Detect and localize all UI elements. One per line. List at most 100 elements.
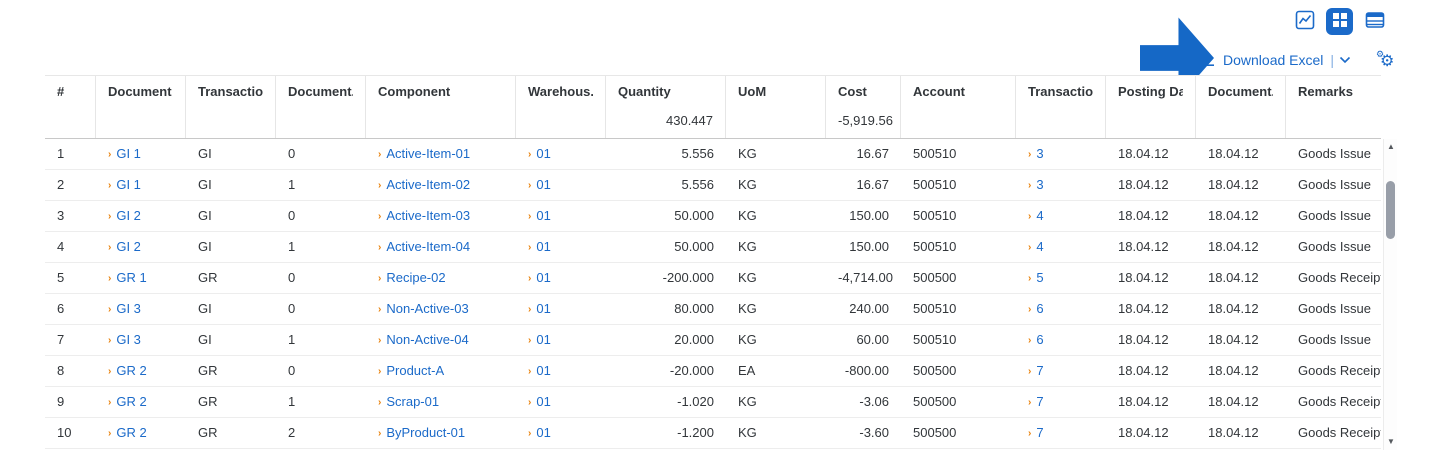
cell-cost: -3.06	[826, 387, 901, 418]
cell-component: ›ByProduct-01	[366, 418, 516, 449]
transaction-link[interactable]: 7	[1036, 394, 1043, 409]
warehouse-link[interactable]: 01	[536, 146, 550, 161]
cell-component: ›Non-Active-04	[366, 325, 516, 356]
cell-account: 500500	[901, 387, 1016, 418]
transaction-link[interactable]: 7	[1036, 363, 1043, 378]
cell-warehouse: ›01	[516, 356, 606, 387]
cell-transaction_type: GR	[186, 387, 276, 418]
component-link[interactable]: ByProduct-01	[386, 425, 465, 440]
component-link[interactable]: Non-Active-03	[386, 301, 468, 316]
link-chevron-icon: ›	[1028, 397, 1031, 408]
column-header-warehouse[interactable]: Warehous...	[516, 76, 606, 138]
column-header-account[interactable]: Account	[901, 76, 1016, 138]
list-view-button[interactable]	[1361, 8, 1388, 35]
vertical-scrollbar[interactable]: ▲ ▼	[1383, 139, 1397, 450]
column-header-uom[interactable]: UoM	[726, 76, 826, 138]
column-header-document-date[interactable]: Document...	[1196, 76, 1286, 138]
column-header-cost[interactable]: Cost-5,919.56	[826, 76, 901, 138]
warehouse-link[interactable]: 01	[536, 425, 550, 440]
component-link[interactable]: Active-Item-01	[386, 146, 470, 161]
document-link[interactable]: GI 2	[116, 208, 141, 223]
document-link[interactable]: GR 1	[116, 270, 146, 285]
transaction-link[interactable]: 4	[1036, 239, 1043, 254]
transaction-link[interactable]: 7	[1036, 425, 1043, 440]
chart-view-button[interactable]	[1291, 8, 1318, 35]
cell-uom: KG	[726, 387, 826, 418]
cell-document: ›GI 1	[96, 139, 186, 170]
cell-warehouse: ›01	[516, 387, 606, 418]
scroll-up-icon[interactable]: ▲	[1384, 141, 1398, 153]
document-link[interactable]: GR 2	[116, 394, 146, 409]
link-chevron-icon: ›	[378, 211, 381, 222]
document-link[interactable]: GR 2	[116, 363, 146, 378]
cell-warehouse: ›01	[516, 263, 606, 294]
warehouse-link[interactable]: 01	[536, 270, 550, 285]
download-excel-link[interactable]: Download Excel	[1223, 52, 1323, 68]
table-row: 8›GR 2GR0›Product-A›01-20.000EA-800.0050…	[45, 356, 1381, 387]
document-link[interactable]: GI 1	[116, 146, 141, 161]
transaction-link[interactable]: 3	[1036, 177, 1043, 192]
table-row: 6›GI 3GI0›Non-Active-03›0180.000KG240.00…	[45, 294, 1381, 325]
link-chevron-icon: ›	[378, 304, 381, 315]
svg-text:⚙: ⚙	[1376, 49, 1384, 59]
cell-transaction: ›7	[1016, 418, 1106, 449]
column-header-document[interactable]: Document	[96, 76, 186, 138]
scroll-down-icon[interactable]: ▼	[1384, 436, 1398, 448]
component-link[interactable]: Active-Item-03	[386, 208, 470, 223]
column-header-posting-date[interactable]: Posting Date	[1106, 76, 1196, 138]
cell-component: ›Scrap-01	[366, 387, 516, 418]
transaction-link[interactable]: 3	[1036, 146, 1043, 161]
link-chevron-icon: ›	[108, 242, 111, 253]
component-link[interactable]: Product-A	[386, 363, 444, 378]
document-link[interactable]: GI 3	[116, 332, 141, 347]
component-link[interactable]: Active-Item-04	[386, 239, 470, 254]
column-header-quantity[interactable]: Quantity430.447	[606, 76, 726, 138]
table-view-button[interactable]	[1326, 8, 1353, 35]
warehouse-link[interactable]: 01	[536, 332, 550, 347]
warehouse-link[interactable]: 01	[536, 301, 550, 316]
link-chevron-icon: ›	[528, 304, 531, 315]
cell-uom: KG	[726, 232, 826, 263]
component-link[interactable]: Active-Item-02	[386, 177, 470, 192]
cell-document: ›GI 1	[96, 170, 186, 201]
cell-cost: -3.60	[826, 418, 901, 449]
column-header-transaction[interactable]: Transactio...	[1016, 76, 1106, 138]
document-link[interactable]: GI 3	[116, 301, 141, 316]
warehouse-link[interactable]: 01	[536, 394, 550, 409]
transaction-link[interactable]: 5	[1036, 270, 1043, 285]
cell-cost: 16.67	[826, 139, 901, 170]
document-link[interactable]: GI 2	[116, 239, 141, 254]
settings-button[interactable]: ⚙ ⚙	[1373, 46, 1401, 74]
column-header-idx[interactable]: #	[45, 76, 96, 138]
transaction-link[interactable]: 4	[1036, 208, 1043, 223]
column-header-component[interactable]: Component	[366, 76, 516, 138]
column-header-remarks[interactable]: Remarks	[1286, 76, 1381, 138]
warehouse-link[interactable]: 01	[536, 177, 550, 192]
column-header-transaction-type[interactable]: Transactio...	[186, 76, 276, 138]
link-chevron-icon: ›	[108, 304, 111, 315]
document-link[interactable]: GI 1	[116, 177, 141, 192]
scrollbar-thumb[interactable]	[1386, 181, 1395, 239]
cell-document_item: 0	[276, 139, 366, 170]
cell-document: ›GR 2	[96, 387, 186, 418]
warehouse-link[interactable]: 01	[536, 363, 550, 378]
warehouse-link[interactable]: 01	[536, 239, 550, 254]
column-header-document-item[interactable]: Document...	[276, 76, 366, 138]
cell-quantity: 5.556	[606, 170, 726, 201]
component-link[interactable]: Scrap-01	[386, 394, 439, 409]
cell-remarks: Goods Issue	[1286, 294, 1381, 325]
warehouse-link[interactable]: 01	[536, 208, 550, 223]
component-link[interactable]: Non-Active-04	[386, 332, 468, 347]
component-link[interactable]: Recipe-02	[386, 270, 445, 285]
cell-transaction_type: GI	[186, 294, 276, 325]
cell-remarks: Goods Issue	[1286, 232, 1381, 263]
transaction-link[interactable]: 6	[1036, 332, 1043, 347]
transaction-link[interactable]: 6	[1036, 301, 1043, 316]
cell-document_date: 18.04.12	[1196, 263, 1286, 294]
document-link[interactable]: GR 2	[116, 425, 146, 440]
link-chevron-icon: ›	[108, 273, 111, 284]
gear-icon: ⚙ ⚙	[1376, 48, 1398, 73]
cell-account: 500500	[901, 418, 1016, 449]
chevron-down-icon[interactable]	[1339, 56, 1351, 64]
cell-idx: 2	[45, 170, 96, 201]
